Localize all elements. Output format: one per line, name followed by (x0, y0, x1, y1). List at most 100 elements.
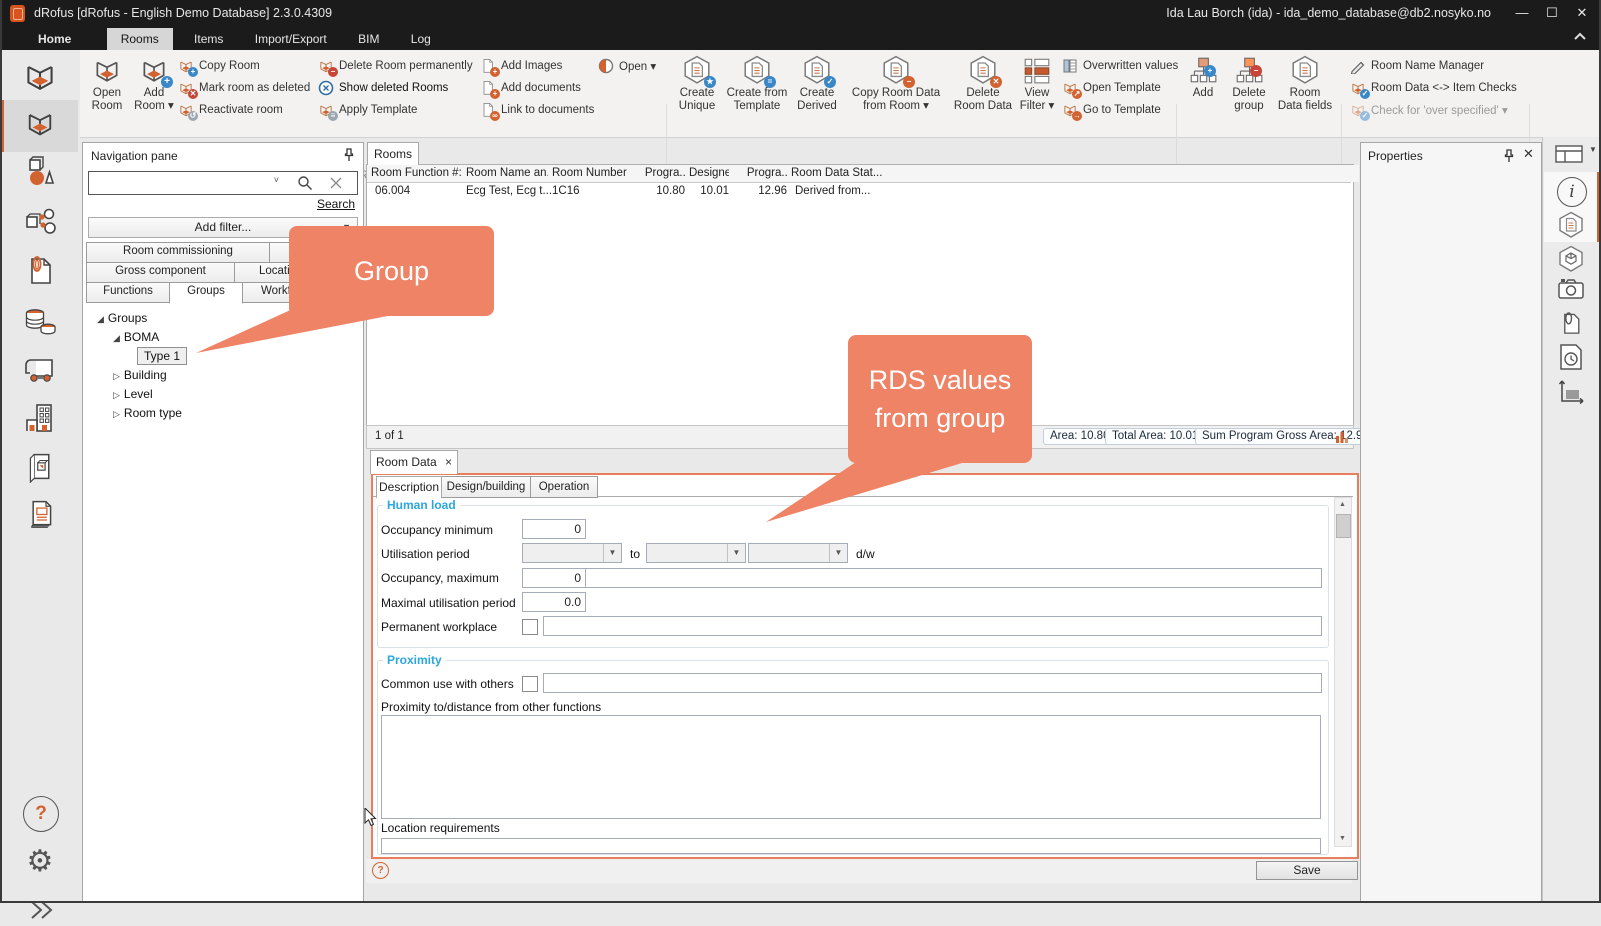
create-unique-button[interactable]: ★ Create Unique (674, 55, 720, 113)
col-room-number[interactable]: Room Number (548, 165, 648, 182)
settings-gear-icon[interactable]: ⚙ (23, 844, 57, 878)
col-room-name[interactable]: Room Name an... (462, 165, 557, 182)
max-utilisation-input[interactable]: 0.0 (522, 592, 586, 612)
rooms-tab[interactable]: Rooms (367, 142, 419, 165)
expand-chevrons-icon[interactable] (24, 894, 56, 926)
add-documents-button[interactable]: + Add documents (480, 78, 594, 97)
attachments-tool-icon[interactable] (1557, 309, 1585, 337)
tab-gross-component[interactable]: Gross component (86, 262, 235, 283)
delete-room-data-button[interactable]: ✕ Delete Room Data (952, 55, 1014, 113)
menu-tab-import-export[interactable]: Import/Export (241, 28, 341, 50)
save-button[interactable]: Save (1256, 861, 1358, 880)
menu-tab-items[interactable]: Items (180, 28, 237, 50)
col-room-data-status[interactable]: Room Data Stat... (787, 165, 943, 182)
table-row[interactable]: 06.004 Ecg Test, Ecg t... 1C16 10.80 10.… (367, 183, 1351, 201)
view-filter-button[interactable]: View Filter ▾ (1016, 55, 1058, 113)
rooms-module-icon[interactable] (22, 58, 58, 94)
buildings-module-icon[interactable] (22, 400, 58, 436)
tree-item-type1[interactable]: Type 1 (83, 347, 361, 366)
area-measure-icon[interactable] (1557, 377, 1585, 405)
room-data-item-checks-button[interactable]: ✓ Room Data <-> Item Checks (1350, 78, 1517, 97)
common-use-checkbox[interactable] (522, 676, 538, 692)
info-icon[interactable]: i (1557, 177, 1587, 207)
bim-cube-icon[interactable] (1557, 245, 1585, 273)
tree-item-room-type[interactable]: ▷Room type (83, 404, 361, 423)
col-room-function[interactable]: Room Function #: (367, 165, 471, 182)
help-circle-icon[interactable]: ? (372, 862, 389, 879)
pin-icon[interactable] (343, 148, 355, 162)
expanded-icon[interactable]: ◢ (97, 314, 104, 324)
tab-room-commissioning[interactable]: Room commissioning (86, 242, 270, 263)
location-requirements-input[interactable] (381, 838, 1321, 854)
show-deleted-rooms-button[interactable]: Show deleted Rooms (318, 78, 473, 97)
product-catalog-module-icon[interactable] (24, 450, 57, 483)
reports-module-icon[interactable] (24, 498, 57, 531)
tab-description[interactable]: Description (376, 476, 442, 498)
collapsed-icon[interactable]: ▷ (113, 371, 120, 381)
collapsed-icon[interactable]: ▷ (113, 390, 120, 400)
logistics-module-icon[interactable] (22, 350, 58, 386)
room-data-fields-button[interactable]: Room Data fields (1274, 55, 1336, 113)
search-input[interactable]: ˅ (88, 171, 358, 195)
add-images-button[interactable]: + Add Images (480, 56, 594, 75)
delete-room-permanently-button[interactable]: − Delete Room permanently (318, 56, 473, 75)
menu-tab-home[interactable]: Home (24, 28, 85, 50)
tree-item-level[interactable]: ▷Level (83, 385, 361, 404)
occupancy-min-input[interactable]: 0 (522, 519, 586, 539)
expanded-icon[interactable]: ◢ (113, 333, 120, 343)
delete-group-button[interactable]: − Delete group (1226, 55, 1272, 113)
room-data-tab-close-icon[interactable]: × (445, 455, 452, 469)
help-icon[interactable]: ? (23, 796, 59, 832)
create-from-template-button[interactable]: = Create from Template (724, 55, 790, 113)
col-program-gross[interactable]: Progra... (729, 165, 796, 182)
tree-item-boma[interactable]: ◢BOMA (83, 328, 361, 347)
search-dropdown-chevron-icon[interactable]: ˅ (274, 175, 279, 185)
room-data-tab[interactable]: Room Data × (370, 450, 458, 474)
search-icon[interactable] (297, 175, 313, 191)
history-clock-icon[interactable] (1557, 343, 1585, 371)
layout-view-chevron-icon[interactable]: ▼ (1589, 145, 1597, 154)
maximize-button[interactable]: ☐ (1537, 0, 1567, 26)
room-function-module-icon[interactable] (24, 107, 56, 139)
room-data-tool-icon[interactable] (1557, 211, 1585, 239)
go-to-template-button[interactable]: → Go to Template (1062, 100, 1178, 119)
open-template-button[interactable]: ↗ Open Template (1062, 78, 1178, 97)
collapsed-icon[interactable]: ▷ (113, 409, 120, 419)
item-systems-module-icon[interactable] (22, 203, 58, 239)
minimize-button[interactable]: — (1507, 0, 1537, 26)
permanent-workplace-checkbox[interactable] (522, 619, 538, 635)
attachments-module-icon[interactable] (22, 252, 58, 288)
menu-tab-rooms[interactable]: Rooms (107, 28, 173, 50)
room-name-manager-button[interactable]: Room Name Manager (1350, 56, 1517, 75)
collapse-ribbon-icon[interactable] (1573, 30, 1587, 47)
tab-functions[interactable]: Functions (86, 282, 170, 303)
close-properties-icon[interactable]: ✕ (1523, 146, 1534, 162)
tab-groups[interactable]: Groups (169, 282, 243, 304)
mark-room-deleted-button[interactable]: ✕ Mark room as deleted (178, 78, 310, 97)
add-group-button[interactable]: + Add (1184, 55, 1222, 100)
open-dropdown-button[interactable]: Open ▾ (598, 56, 656, 75)
tab-operation[interactable]: Operation (530, 476, 598, 498)
permanent-workplace-input[interactable] (543, 616, 1322, 636)
utilisation-days-select[interactable]: ▼ (748, 543, 848, 563)
create-derived-button[interactable]: ✓ Create Derived (792, 55, 842, 113)
chart-icon[interactable] (1335, 430, 1348, 444)
menu-tab-log[interactable]: Log (397, 28, 445, 50)
close-button[interactable]: ✕ (1567, 0, 1597, 26)
scrollbar-thumb[interactable] (1336, 514, 1351, 538)
tab-design-building[interactable]: Design/building (441, 476, 531, 498)
items-module-icon[interactable] (22, 153, 58, 189)
pin-icon[interactable] (1503, 149, 1515, 163)
clear-search-icon[interactable] (329, 176, 343, 190)
tree-item-building[interactable]: ▷Building (83, 366, 361, 385)
copy-room-button[interactable]: + Copy Room (178, 56, 310, 75)
apply-template-button[interactable]: ≡ Apply Template (318, 100, 473, 119)
proximity-textarea[interactable] (381, 715, 1321, 819)
check-over-specified-button[interactable]: ✓ Check for 'over specified' ▾ (1350, 100, 1517, 119)
open-room-button[interactable]: Open Room (86, 55, 128, 113)
finance-module-icon[interactable] (22, 302, 58, 338)
scroll-down-icon[interactable]: ▼ (1335, 832, 1350, 846)
layout-view-icon[interactable] (1555, 145, 1583, 163)
occupancy-max-input[interactable]: 0 (522, 568, 586, 588)
occupancy-max-comment-input[interactable] (585, 568, 1322, 588)
